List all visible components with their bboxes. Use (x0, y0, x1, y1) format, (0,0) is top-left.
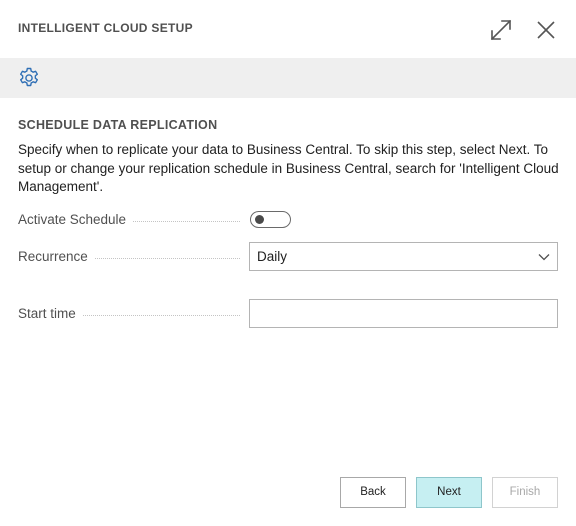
action-bar (0, 58, 576, 98)
gear-icon (20, 67, 38, 87)
section-description: Specify when to replicate your data to B… (18, 142, 559, 194)
next-button[interactable]: Next (416, 477, 482, 508)
start-time-input[interactable] (249, 299, 558, 328)
activate-schedule-toggle[interactable] (250, 211, 291, 228)
expand-button[interactable] (488, 17, 514, 43)
dialog-title: INTELLIGENT CLOUD SETUP (18, 21, 193, 35)
activate-schedule-label: Activate Schedule (18, 210, 240, 230)
recurrence-value: Daily (257, 249, 288, 264)
section-heading: SCHEDULE DATA REPLICATION (18, 118, 218, 132)
close-button[interactable] (533, 17, 559, 43)
expand-icon (490, 19, 512, 41)
close-icon (537, 21, 555, 39)
finish-button[interactable]: Finish (492, 477, 558, 508)
toggle-knob (255, 215, 264, 224)
settings-button[interactable] (17, 66, 41, 90)
start-time-label: Start time (18, 304, 240, 324)
recurrence-label: Recurrence (18, 247, 240, 267)
recurrence-select[interactable]: Daily (249, 242, 558, 271)
chevron-down-icon (538, 254, 550, 261)
dialog-header: INTELLIGENT CLOUD SETUP (0, 0, 576, 58)
back-button[interactable]: Back (340, 477, 406, 508)
